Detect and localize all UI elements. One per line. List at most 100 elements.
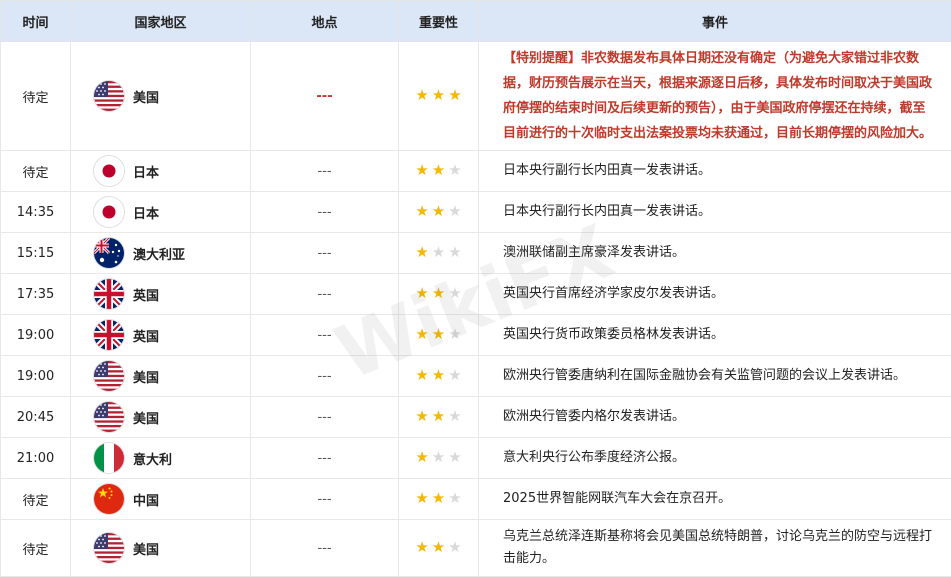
us-flag-icon [94, 81, 124, 111]
importance-stars: ★★★ [415, 450, 461, 465]
importance-stars: ★★★ [415, 409, 461, 424]
star-empty-icon: ★ [448, 327, 461, 342]
star-filled-icon: ★ [432, 327, 445, 342]
event-cell: 日本央行副行长内田真一发表讲话。 [479, 151, 951, 192]
importance-stars: ★★★ [415, 88, 461, 103]
star-empty-icon: ★ [432, 450, 445, 465]
star-filled-icon: ★ [415, 286, 428, 301]
table-row[interactable]: 待定美国---★★★乌克兰总统泽连斯基称将会见美国总统特朗普，讨论乌克兰的防空与… [1, 520, 951, 577]
importance-cell: ★★★ [399, 315, 479, 356]
star-empty-icon: ★ [432, 245, 445, 260]
star-empty-icon: ★ [448, 491, 461, 506]
jp-flag-icon [94, 197, 124, 227]
country-cell: 日本 [71, 192, 251, 233]
star-empty-icon: ★ [448, 450, 461, 465]
star-filled-icon: ★ [448, 88, 461, 103]
time-cell: 21:00 [1, 438, 71, 479]
country-name: 英国 [133, 326, 159, 345]
table-row[interactable]: 17:35英国---★★★英国央行首席经济学家皮尔发表讲话。 [1, 274, 951, 315]
time-cell: 20:45 [1, 397, 71, 438]
star-filled-icon: ★ [432, 204, 445, 219]
event-cell: 【特别提醒】非农数据发布具体日期还没有确定（为避免大家错过非农数据，财历预告展示… [479, 42, 951, 151]
importance-stars: ★★★ [415, 368, 461, 383]
star-filled-icon: ★ [432, 286, 445, 301]
star-filled-icon: ★ [415, 327, 428, 342]
star-filled-icon: ★ [432, 540, 445, 555]
star-empty-icon: ★ [448, 204, 461, 219]
table-row[interactable]: 待定日本---★★★日本央行副行长内田真一发表讲话。 [1, 151, 951, 192]
time-cell: 17:35 [1, 274, 71, 315]
location-cell: --- [251, 233, 399, 274]
table-row[interactable]: 待定中国---★★★2025世界智能网联汽车大会在京召开。 [1, 479, 951, 520]
star-filled-icon: ★ [415, 491, 428, 506]
uk-flag-icon [94, 320, 124, 350]
country-cell: 英国 [71, 274, 251, 315]
star-empty-icon: ★ [448, 409, 461, 424]
location-cell: --- [251, 520, 399, 577]
country-name: 日本 [133, 162, 159, 181]
country-cell: 澳大利亚 [71, 233, 251, 274]
table-row[interactable]: 19:00英国---★★★英国央行货币政策委员格林发表讲话。 [1, 315, 951, 356]
events-table: 时间 国家地区 地点 重要性 事件 待定美国---★★★【特别提醒】非农数据发布… [0, 0, 951, 577]
star-filled-icon: ★ [415, 540, 428, 555]
country-name: 日本 [133, 203, 159, 222]
event-cell: 澳洲联储副主席豪泽发表讲话。 [479, 233, 951, 274]
country-name: 意大利 [133, 449, 172, 468]
table-row[interactable]: 待定美国---★★★【特别提醒】非农数据发布具体日期还没有确定（为避免大家错过非… [1, 42, 951, 151]
location-cell: --- [251, 315, 399, 356]
importance-cell: ★★★ [399, 274, 479, 315]
us-flag-icon [94, 361, 124, 391]
header-country: 国家地区 [71, 1, 251, 42]
star-filled-icon: ★ [415, 409, 428, 424]
table-row[interactable]: 15:15澳大利亚---★★★澳洲联储副主席豪泽发表讲话。 [1, 233, 951, 274]
table-row[interactable]: 19:00 美国 --- ★★★ 欧洲央行管委唐纳利在国际金融协会有关监管问题的会议上发… [1, 356, 951, 397]
country-name: 美国 [133, 408, 159, 427]
table-row[interactable]: 14:35日本---★★★日本央行副行长内田真一发表讲话。 [1, 192, 951, 233]
table-row[interactable]: 20:45美国---★★★欧洲央行管委内格尔发表讲话。 [1, 397, 951, 438]
importance-stars: ★★★ [415, 163, 461, 178]
event-cell: 英国央行货币政策委员格林发表讲话。 [479, 315, 951, 356]
event-cell: 意大利央行公布季度经济公报。 [479, 438, 951, 479]
country-cell: 美国 [71, 356, 251, 397]
star-filled-icon: ★ [432, 368, 445, 383]
star-filled-icon: ★ [415, 204, 428, 219]
star-empty-icon: ★ [448, 163, 461, 178]
star-filled-icon: ★ [415, 163, 428, 178]
event-cell: 日本央行副行长内田真一发表讲话。 [479, 192, 951, 233]
importance-cell: ★★★ [399, 233, 479, 274]
importance-stars: ★★★ [415, 204, 461, 219]
location-cell: --- [251, 274, 399, 315]
location-cell: --- [251, 356, 399, 397]
star-filled-icon: ★ [415, 245, 428, 260]
location-cell: --- [251, 42, 399, 151]
importance-cell: ★★★ [399, 397, 479, 438]
time-cell: 待定 [1, 479, 71, 520]
header-time: 时间 [1, 1, 71, 42]
location-cell: --- [251, 438, 399, 479]
star-filled-icon: ★ [432, 163, 445, 178]
country-cell: 英国 [71, 315, 251, 356]
star-filled-icon: ★ [415, 450, 428, 465]
au-flag-icon [94, 238, 124, 268]
time-cell: 19:00 [1, 356, 71, 397]
importance-cell: ★★★ [399, 520, 479, 577]
event-cell: 欧洲央行管委唐纳利在国际金融协会有关监管问题的会议上发表讲话。 [479, 356, 951, 397]
time-cell: 19:00 [1, 315, 71, 356]
country-cell: 意大利 [71, 438, 251, 479]
importance-stars: ★★★ [415, 540, 461, 555]
table-row[interactable]: 21:00意大利---★★★意大利央行公布季度经济公报。 [1, 438, 951, 479]
location-cell: --- [251, 479, 399, 520]
event-cell: 2025世界智能网联汽车大会在京召开。 [479, 479, 951, 520]
country-cell: 美国 [71, 520, 251, 577]
country-name: 美国 [133, 367, 159, 386]
importance-cell: ★★★ [399, 438, 479, 479]
us-flag-icon [94, 402, 124, 432]
star-filled-icon: ★ [432, 491, 445, 506]
header-event: 事件 [479, 1, 951, 42]
importance-stars: ★★★ [415, 491, 461, 506]
time-cell: 待定 [1, 151, 71, 192]
event-cell: 欧洲央行管委内格尔发表讲话。 [479, 397, 951, 438]
star-filled-icon: ★ [415, 88, 428, 103]
header-location: 地点 [251, 1, 399, 42]
importance-stars: ★★★ [415, 245, 461, 260]
